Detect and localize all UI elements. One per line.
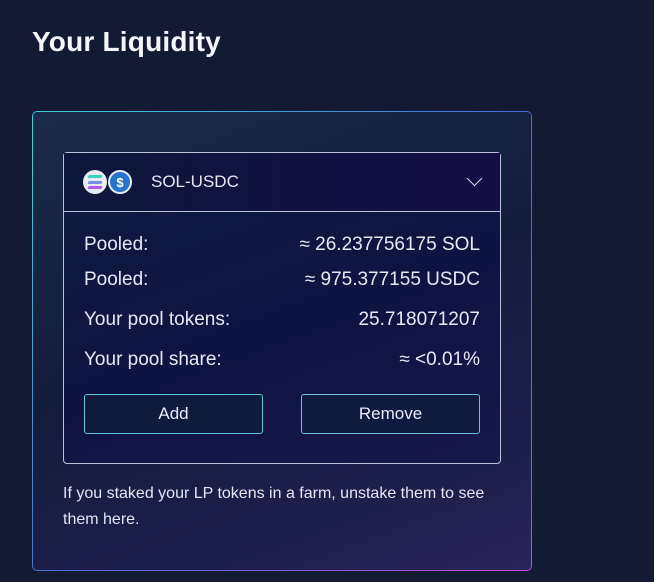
page-title: Your Liquidity xyxy=(32,26,221,57)
row-label: Pooled: xyxy=(84,269,149,290)
add-button[interactable]: Add xyxy=(84,394,263,434)
pool-tokens-row: Your pool tokens: 25.718071207 xyxy=(84,300,480,340)
pool-details: Pooled: ≈ 26.237756175 SOL Pooled: ≈ 975… xyxy=(64,212,500,380)
chevron-down-icon[interactable] xyxy=(466,170,483,187)
pool-actions: Add Remove xyxy=(64,394,500,434)
row-label: Your pool share: xyxy=(84,349,222,370)
pool-share-row: Your pool share: ≈ <0.01% xyxy=(84,340,480,380)
remove-button[interactable]: Remove xyxy=(301,394,480,434)
liquidity-panel: $ SOL-USDC Pooled: ≈ 26.237756175 SOL Po… xyxy=(32,111,532,571)
row-value: ≈ 26.237756175 SOL xyxy=(299,234,480,255)
usdc-icon: $ xyxy=(108,170,132,194)
unstake-note: If you staked your LP tokens in a farm, … xyxy=(63,485,485,528)
row-label: Pooled: xyxy=(84,234,149,255)
solana-icon xyxy=(83,170,107,194)
pooled-usdc-row: Pooled: ≈ 975.377155 USDC xyxy=(84,260,480,300)
pooled-sol-row: Pooled: ≈ 26.237756175 SOL xyxy=(84,230,480,260)
pair-name: SOL-USDC xyxy=(151,172,239,191)
pool-card: $ SOL-USDC Pooled: ≈ 26.237756175 SOL Po… xyxy=(63,152,501,464)
pair-token-icons: $ xyxy=(83,169,135,195)
row-value: ≈ 975.377155 USDC xyxy=(304,269,480,290)
row-value: ≈ <0.01% xyxy=(399,349,480,370)
row-value: 25.718071207 xyxy=(358,309,480,330)
pool-card-header[interactable]: $ SOL-USDC xyxy=(64,153,500,212)
row-label: Your pool tokens: xyxy=(84,309,231,330)
